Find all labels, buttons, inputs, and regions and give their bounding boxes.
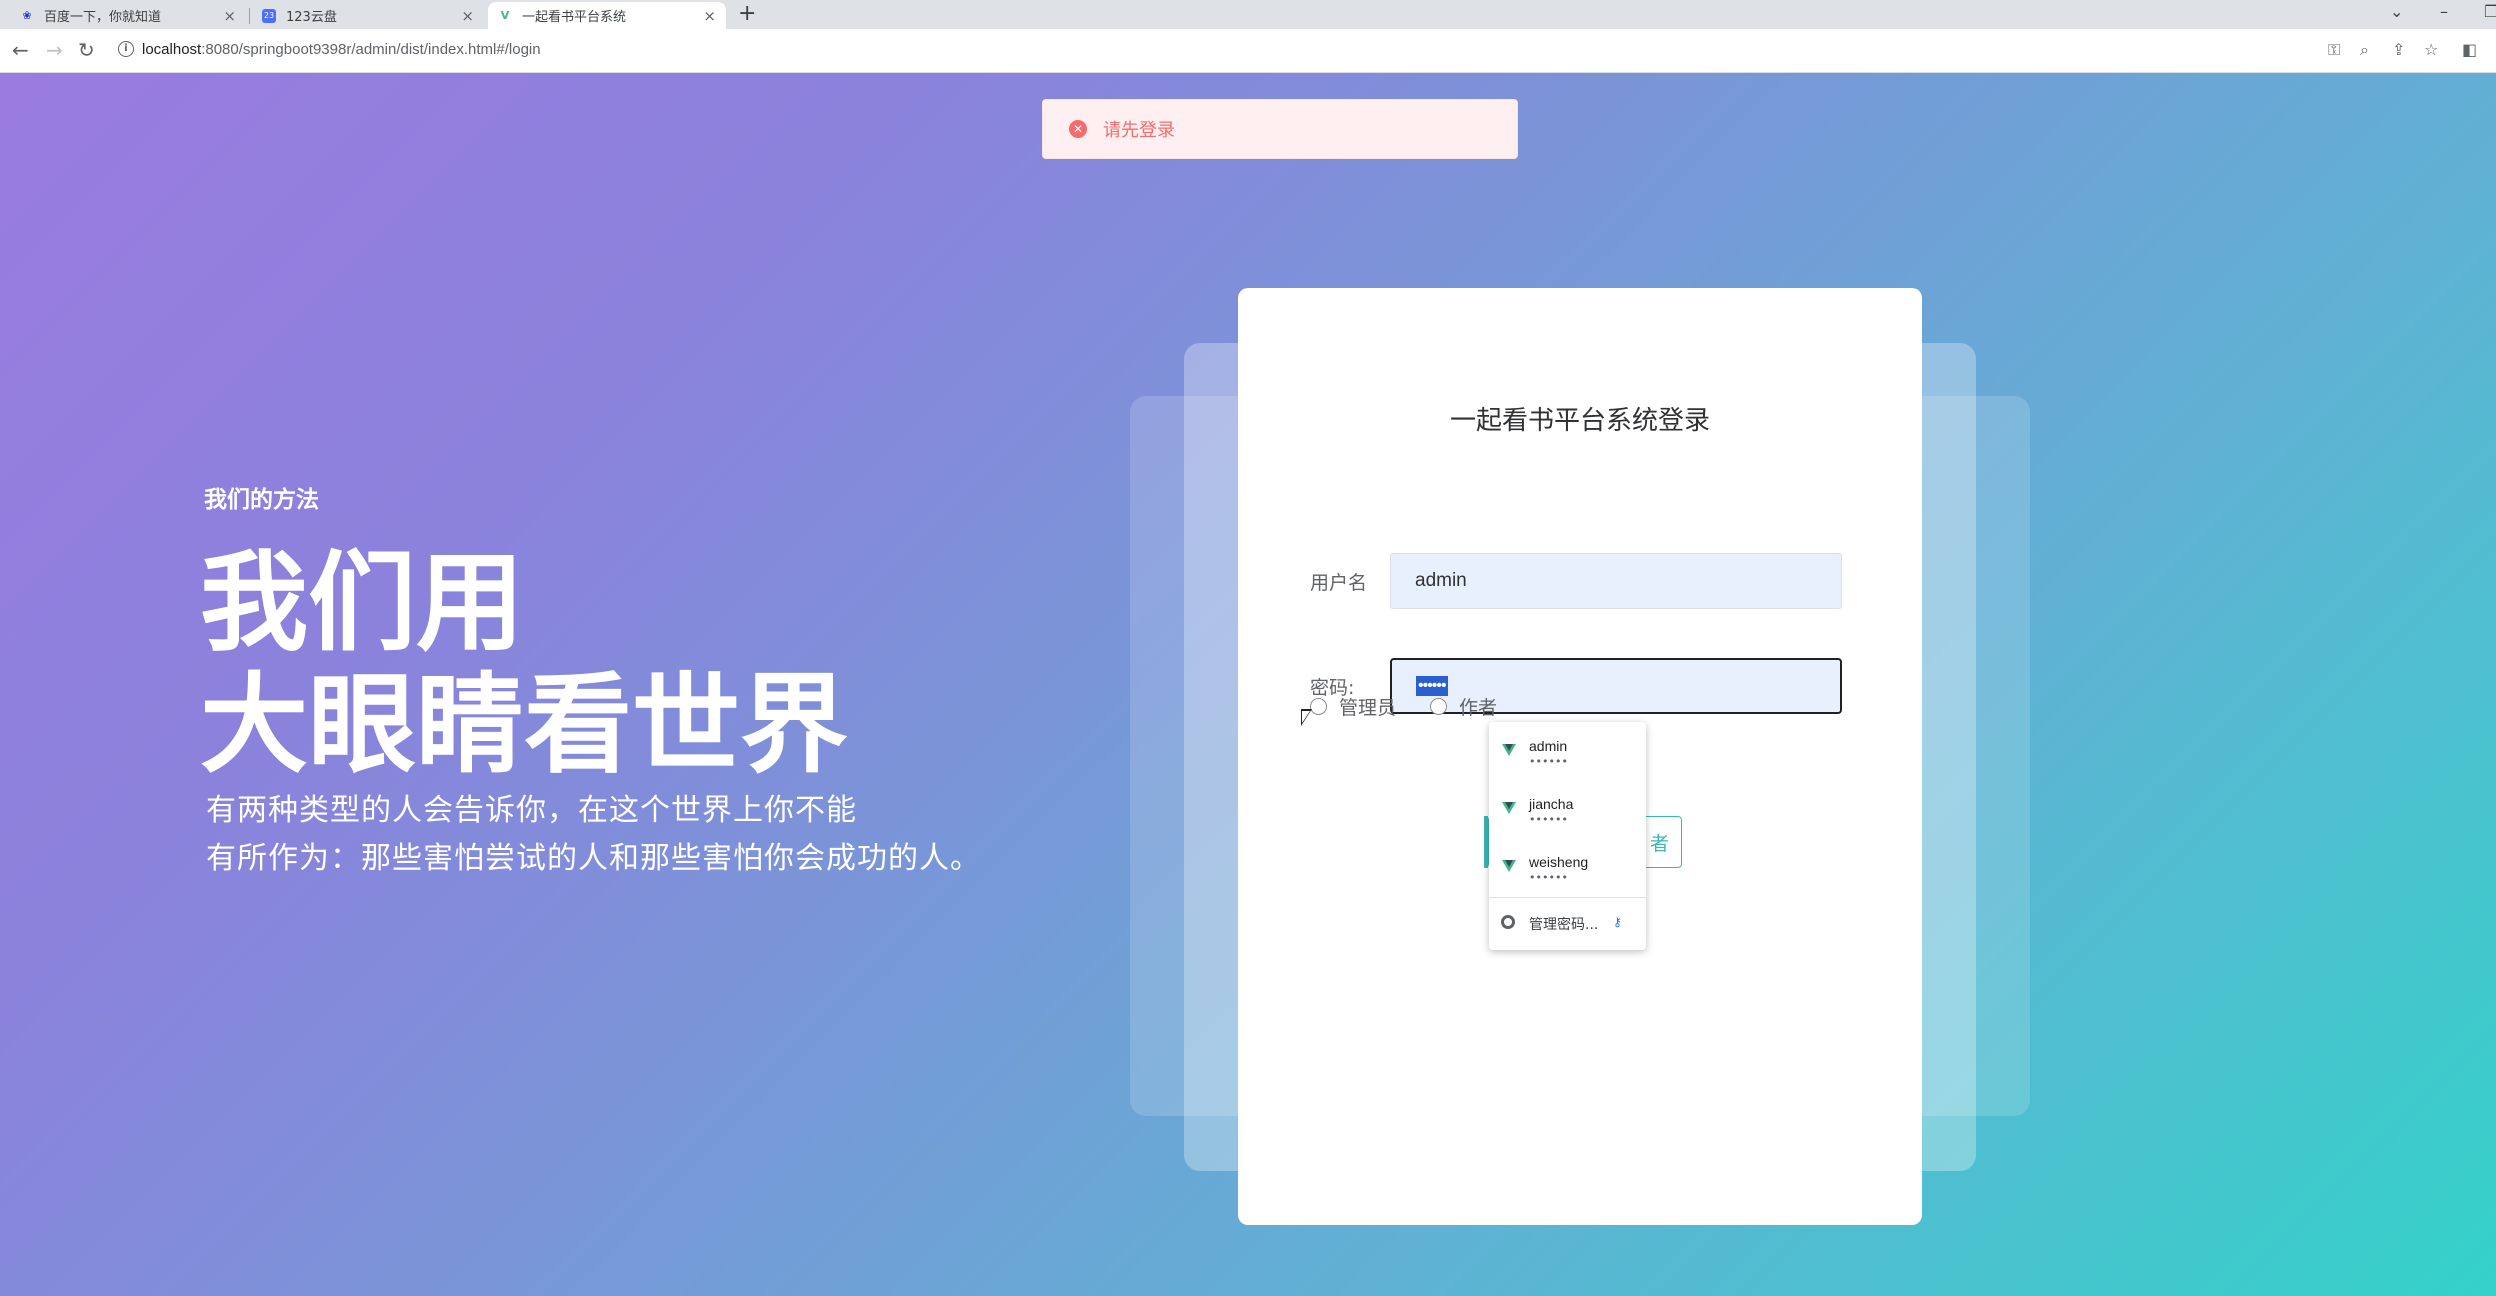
- username-label: 用户名: [1310, 572, 1368, 594]
- manage-passwords-option[interactable]: 管理密码... ⚷: [1489, 900, 1646, 946]
- autofill-option-admin[interactable]: admin ••••••: [1489, 722, 1646, 778]
- new-tab-button[interactable]: +: [738, 1, 756, 26]
- manage-passwords-label: 管理密码...: [1529, 917, 1599, 933]
- minimize-button[interactable]: –: [2440, 2, 2448, 21]
- tab-title: 123云盘: [286, 10, 337, 25]
- reload-icon[interactable]: ↻: [78, 38, 95, 62]
- autofill-masked-password: ••••••: [1529, 871, 1568, 884]
- autofill-masked-password: ••••••: [1529, 755, 1568, 768]
- hero-eyebrow: 我们的方法: [204, 487, 319, 513]
- username-input[interactable]: admin: [1390, 553, 1842, 609]
- bookmark-star-icon[interactable]: ☆: [2424, 40, 2438, 59]
- url-host: localhost: [142, 41, 202, 58]
- role-radio-author[interactable]: 作者: [1430, 693, 1497, 720]
- role-label-admin: 管理员: [1339, 697, 1397, 719]
- share-icon[interactable]: ⇪: [2392, 40, 2405, 59]
- mouse-cursor-icon: [1301, 709, 1312, 726]
- forward-arrow-icon[interactable]: →: [46, 38, 63, 62]
- register-button-label: 者: [1649, 832, 1669, 855]
- autofill-divider: [1489, 897, 1646, 898]
- tab-title: 百度一下，你就知道: [44, 10, 162, 25]
- error-toast: ✕ 请先登录: [1042, 99, 1518, 159]
- hero-description: 有两种类型的人会告诉你，在这个世界上你不能 有所作为：那些害怕尝试的人和那些害怕…: [206, 787, 981, 883]
- tab-search-chevron-icon[interactable]: ⌄: [2390, 2, 2403, 21]
- error-circle-icon: ✕: [1069, 120, 1087, 138]
- password-key-icon[interactable]: ⚿: [2328, 40, 2340, 60]
- autofill-option-jiancha[interactable]: jiancha ••••••: [1489, 780, 1646, 836]
- autofill-username: admin: [1529, 738, 1568, 754]
- hero-headline-line2: 大眼睛看世界: [200, 663, 849, 788]
- tab-baidu[interactable]: ❀ 百度一下，你就知道 ×: [10, 2, 246, 29]
- tab-divider: [249, 8, 250, 24]
- hero-desc-line1: 有两种类型的人会告诉你，在这个世界上你不能: [206, 793, 857, 828]
- hero-desc-line2: 有所作为：那些害怕尝试的人和那些害怕你会成功的人。: [206, 841, 981, 876]
- radio-circle[interactable]: [1430, 698, 1447, 715]
- browser-tab-strip: ❀ 百度一下，你就知道 × 23 123云盘 × V 一起看书平台系统 × + …: [0, 0, 2496, 29]
- tab-title: 一起看书平台系统: [522, 10, 627, 25]
- password-autofill-dropdown: admin •••••• jiancha •••••• weisheng •••…: [1489, 722, 1646, 950]
- role-label-author: 作者: [1459, 697, 1498, 719]
- close-tab-icon[interactable]: ×: [461, 7, 474, 25]
- site-info-icon[interactable]: i: [118, 41, 134, 57]
- browser-toolbar: ← → ↻ i localhost:8080/springboot9398r/a…: [0, 29, 2496, 73]
- vue-logo-icon: [1502, 802, 1516, 814]
- autofill-username: weisheng: [1529, 854, 1589, 870]
- close-tab-icon[interactable]: ×: [223, 7, 236, 25]
- autofill-username: jiancha: [1529, 796, 1574, 812]
- restore-button[interactable]: ❐: [2484, 2, 2496, 21]
- radio-circle[interactable]: [1310, 698, 1327, 715]
- cloud-drive-icon: 23: [262, 8, 276, 23]
- back-arrow-icon[interactable]: ←: [12, 38, 29, 62]
- url-path: :8080/springboot9398r/admin/dist/index.h…: [201, 41, 541, 58]
- tab-123pan[interactable]: 23 123云盘 ×: [252, 2, 484, 29]
- username-value: admin: [1415, 570, 1467, 591]
- hero-headline: 我们用 大眼睛看世界: [200, 543, 848, 787]
- close-tab-icon[interactable]: ×: [703, 7, 716, 25]
- toast-message: 请先登录: [1103, 120, 1175, 141]
- side-panel-icon[interactable]: ◧: [2462, 40, 2477, 59]
- password-key-icon: ⚷: [1613, 915, 1622, 929]
- address-bar[interactable]: localhost:8080/springboot9398r/admin/dis…: [142, 41, 541, 58]
- autofill-option-weisheng[interactable]: weisheng ••••••: [1489, 838, 1646, 894]
- tab-login-active[interactable]: V 一起看书平台系统 ×: [488, 2, 726, 29]
- login-title: 一起看书平台系统登录: [1449, 406, 1710, 436]
- chrome-logo-icon: [1501, 915, 1515, 929]
- login-page: ✕ 请先登录 我们的方法 我们用 大眼睛看世界 有两种类型的人会告诉你，在这个世…: [0, 73, 2496, 1296]
- autofill-masked-password: ••••••: [1529, 813, 1568, 826]
- hero-headline-line1: 我们用: [200, 541, 525, 666]
- role-radio-admin[interactable]: 管理员: [1310, 693, 1396, 720]
- baidu-paw-icon: ❀: [22, 9, 32, 22]
- vue-logo-icon: V: [500, 9, 510, 22]
- vue-logo-icon: [1502, 744, 1516, 756]
- zoom-icon[interactable]: ⌕: [2360, 40, 2369, 60]
- vue-logo-icon: [1502, 860, 1516, 872]
